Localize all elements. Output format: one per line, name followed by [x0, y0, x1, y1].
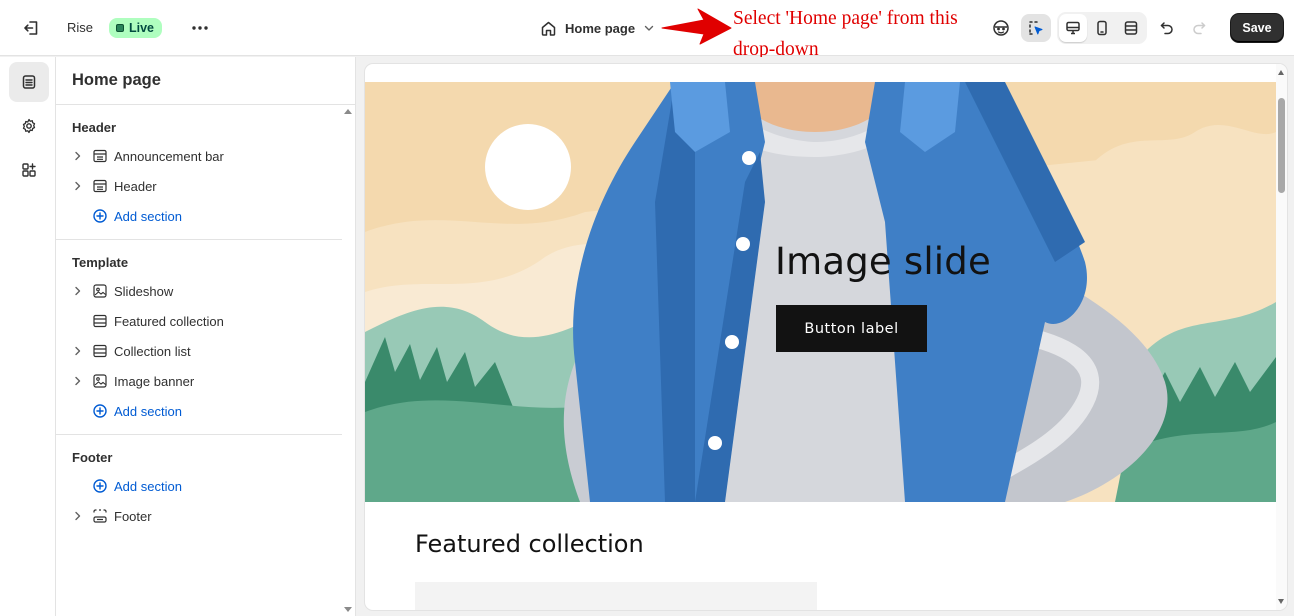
scroll-up-icon[interactable] — [1278, 70, 1284, 75]
store-preview[interactable]: Image slide Button label Featured collec… — [365, 64, 1287, 610]
desktop-view-button[interactable] — [1058, 14, 1088, 42]
redo-button[interactable] — [1184, 14, 1214, 42]
add-section-button[interactable]: Add section — [72, 475, 340, 497]
product-card-placeholder[interactable] — [415, 582, 817, 610]
chevron-right-icon[interactable] — [72, 280, 84, 302]
scrollbar-thumb[interactable] — [1278, 98, 1285, 193]
sidebar-scroll-down-icon[interactable] — [344, 607, 352, 612]
add-section-button[interactable]: Add section — [72, 400, 340, 422]
add-section-button[interactable]: Add section — [72, 205, 340, 227]
more-actions-button[interactable] — [189, 17, 211, 39]
divider — [56, 239, 342, 240]
section-item-label: Header — [114, 178, 157, 194]
undo-button[interactable] — [1152, 14, 1182, 42]
section-item-label: Slideshow — [114, 283, 174, 299]
sidebar-scroll-up-icon[interactable] — [344, 109, 352, 114]
save-button[interactable]: Save — [1231, 14, 1283, 42]
expand-icon — [1124, 21, 1138, 35]
left-rail — [0, 57, 56, 616]
sections-icon — [22, 75, 36, 89]
status-badge: Live — [109, 18, 163, 38]
section-item-image-banner[interactable]: Image banner — [72, 370, 340, 392]
top-bar: Rise Live Home page Select 'Home page' f… — [0, 0, 1294, 60]
section-item-label: Collection list — [114, 343, 191, 359]
hero-illustration — [365, 82, 1276, 502]
scroll-down-icon[interactable] — [1278, 599, 1284, 604]
app-embeds-tab[interactable] — [9, 150, 49, 190]
group-title-header: Header — [72, 120, 117, 135]
featured-collection-title: Featured collection — [415, 530, 644, 558]
page-selector-dropdown[interactable]: Home page — [540, 17, 655, 39]
apps-icon — [22, 163, 36, 177]
page-title: Home page — [72, 71, 161, 89]
home-icon — [541, 21, 556, 36]
select-cursor-icon — [1029, 21, 1043, 35]
sections-sidebar: Home page Header Announcement bar Header… — [56, 57, 356, 616]
chevron-right-icon[interactable] — [72, 505, 84, 527]
divider — [56, 434, 342, 435]
exit-icon — [24, 21, 38, 35]
group-title-footer: Footer — [72, 450, 113, 465]
plus-circle-icon — [92, 208, 108, 224]
slideshow-icon — [92, 283, 108, 299]
divider — [56, 104, 356, 105]
theme-name: Rise — [67, 20, 94, 35]
section-item-announcement-bar[interactable]: Announcement bar — [72, 145, 340, 167]
chevron-down-icon — [644, 25, 654, 31]
mobile-icon — [1097, 20, 1107, 36]
slide-button[interactable]: Button label — [776, 305, 927, 352]
accessibility-button[interactable] — [986, 14, 1016, 42]
section-item-footer[interactable]: Footer — [72, 505, 340, 527]
group-title-template: Template — [72, 255, 129, 270]
live-dot-icon — [116, 24, 124, 32]
slide-heading: Image slide — [775, 240, 991, 283]
inspector-toggle-button[interactable] — [1021, 14, 1051, 42]
section-item-label: Image banner — [114, 373, 195, 389]
section-icon — [92, 178, 108, 194]
exit-button[interactable] — [18, 16, 44, 40]
face-icon — [993, 20, 1009, 36]
redo-icon — [1193, 22, 1206, 35]
add-section-label: Add section — [114, 403, 182, 419]
ellipsis-icon — [192, 26, 208, 30]
slideshow-slide[interactable]: Image slide Button label — [365, 82, 1276, 502]
section-item-slideshow[interactable]: Slideshow — [72, 280, 340, 302]
section-item-featured-collection[interactable]: Featured collection — [72, 310, 340, 332]
add-section-label: Add section — [114, 208, 182, 224]
annotation-arrow-icon — [661, 8, 732, 45]
fullscreen-view-button[interactable] — [1116, 14, 1146, 42]
image-icon — [92, 373, 108, 389]
page-selector-label: Home page — [565, 20, 636, 36]
section-item-collection-list[interactable]: Collection list — [72, 340, 340, 362]
chevron-right-icon[interactable] — [72, 145, 84, 167]
preview-scrollbar[interactable] — [1276, 64, 1287, 610]
section-icon — [92, 148, 108, 164]
section-item-label: Featured collection — [114, 313, 224, 329]
annotation-text: Select 'Home page' from this drop-down — [733, 8, 958, 60]
gear-icon — [22, 118, 36, 134]
chevron-right-icon[interactable] — [72, 370, 84, 392]
add-section-label: Add section — [114, 478, 182, 494]
footer-icon — [92, 508, 108, 524]
plus-circle-icon — [92, 403, 108, 419]
chevron-right-icon[interactable] — [72, 340, 84, 362]
section-item-label: Footer — [114, 508, 152, 524]
section-item-header[interactable]: Header — [72, 175, 340, 197]
section-item-label: Announcement bar — [114, 148, 224, 164]
plus-circle-icon — [92, 478, 108, 494]
theme-settings-tab[interactable] — [9, 106, 49, 146]
section-icon — [92, 343, 108, 359]
chevron-right-icon[interactable] — [72, 175, 84, 197]
status-badge-label: Live — [129, 21, 155, 35]
undo-icon — [1160, 22, 1173, 35]
desktop-icon — [1066, 21, 1080, 35]
mobile-view-button[interactable] — [1087, 14, 1117, 42]
preview-area: Image slide Button label Featured collec… — [357, 57, 1294, 616]
section-icon — [92, 313, 108, 329]
sections-tab[interactable] — [9, 62, 49, 102]
